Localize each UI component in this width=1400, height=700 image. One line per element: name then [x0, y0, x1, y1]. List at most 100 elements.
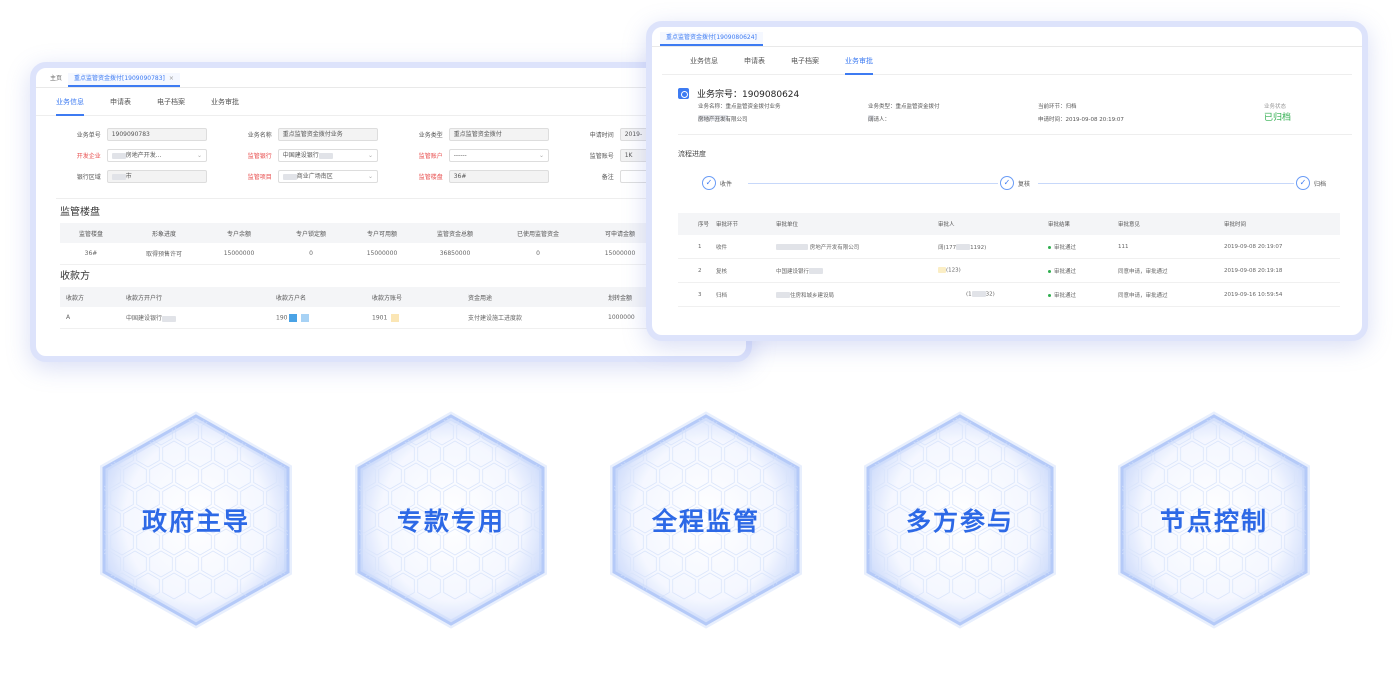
tab-fund-disbursement[interactable]: 重点监管资金拨付[1909090783] ×	[68, 73, 180, 87]
cell: 支付建设施工进度款	[468, 315, 523, 322]
check-circle-icon: ✓	[1000, 176, 1014, 190]
tab-approval[interactable]: 业务审批	[845, 47, 873, 75]
account-select[interactable]: ------ ⌄	[448, 149, 549, 162]
field-label: 业务单号	[76, 132, 101, 139]
tab-e-archive[interactable]: 电子档案	[791, 47, 819, 75]
tab-application-form[interactable]: 申请表	[744, 47, 765, 75]
feature-node-control: 节点控制	[1114, 410, 1314, 630]
business-name: 业务名称：重点监管资金拨付业务	[698, 104, 781, 110]
payee-account: 1901	[372, 314, 388, 321]
flow-line	[748, 183, 998, 184]
blurred-text	[111, 173, 126, 180]
tab-business-info[interactable]: 业务信息	[690, 47, 718, 75]
tab-application-form[interactable]: 申请表	[110, 88, 131, 116]
chevron-down-icon: ⌄	[367, 152, 373, 159]
cell: 住房和城乡建设局	[776, 291, 938, 299]
cell: 36#	[84, 250, 98, 257]
flow-step-label: 归档	[1314, 180, 1327, 188]
check-circle-icon: ✓	[702, 176, 716, 190]
blurred-text	[956, 244, 971, 250]
flow-step: ✓ 收件	[702, 176, 732, 190]
blurred-text	[938, 267, 946, 274]
result-value: 审批通过	[1054, 244, 1077, 251]
cell: 审批通过	[1048, 243, 1118, 251]
blurred-text	[162, 315, 177, 322]
flow-step: ✓ 复核	[1000, 176, 1030, 190]
sub-tabs: 业务信息 申请表 电子档案 业务审批	[662, 47, 1352, 75]
field-label: 备注	[601, 174, 614, 181]
col-header: 审批环节	[716, 222, 739, 228]
bank-select[interactable]: 中国建设银行 ⌄	[277, 149, 378, 162]
field-label: 申请时间	[589, 132, 614, 139]
approval-window-front: 重点监管资金拨付[1909080624] 业务信息 申请表 电子档案 业务审批 …	[646, 21, 1368, 341]
check-circle-icon: ✓	[1296, 176, 1310, 190]
col-header: 收款方户名	[276, 294, 307, 302]
cell: 190	[276, 313, 372, 322]
approver: 阔(177	[938, 244, 957, 251]
tab-e-archive[interactable]: 电子档案	[157, 88, 185, 116]
mosaic-mask	[391, 313, 400, 322]
payee-name: 190	[276, 314, 288, 321]
section-title-payee: 收款方	[60, 271, 90, 282]
col-header: 监管资金总额	[436, 230, 473, 238]
field-label: 监管项目	[247, 174, 272, 181]
tab-label: 重点监管资金拨付[1909090783]	[74, 75, 165, 82]
blurred-text	[318, 152, 333, 159]
cell: 同意申请，审批通过	[1118, 292, 1168, 299]
status-dot	[1048, 293, 1051, 297]
tab-approval[interactable]: 业务审批	[211, 88, 239, 116]
table-row[interactable]: 2 复核 中国建设银行 (123) 审批通过 同意申请，审批通过 2019-09…	[678, 259, 1340, 283]
col-header: 监管楼盘	[78, 230, 103, 238]
field-label: 监管账号	[589, 153, 614, 160]
developer-select[interactable]: 房地产开发... ⌄	[106, 149, 207, 162]
cell: 房地产开发有限公司	[776, 243, 938, 251]
project-select[interactable]: 商业广场南区 ⌄	[277, 170, 378, 183]
flow-progress: ✓ 收件 ✓ 复核 ✓ 归档	[652, 169, 1362, 213]
cell: 3	[698, 291, 702, 298]
col-header: 专户锁定额	[295, 230, 326, 238]
cell: 取得预售许可	[145, 251, 182, 258]
cell: 0	[536, 250, 540, 257]
field-label: 开发企业	[76, 153, 101, 160]
col-header: 收款方开户行	[126, 294, 163, 302]
business-type-field: 重点监管资金拨付	[448, 128, 549, 141]
developer-value: 房地产开发...	[125, 152, 162, 159]
business-no-field: 1909090783	[106, 128, 207, 141]
business-form: 业务单号 1909090783 业务名称 重点监管资金拨付业务 业务类型 重点监管资金…	[36, 116, 746, 187]
tab-fund-disbursement[interactable]: 重点监管资金拨付[1909080624]	[660, 32, 763, 46]
mosaic-mask	[289, 313, 298, 322]
tab-business-info[interactable]: 业务信息	[56, 88, 84, 116]
tab-home[interactable]: 主页	[44, 73, 68, 87]
cell: 1	[698, 243, 702, 250]
flow-progress-title: 流程进度	[678, 150, 706, 158]
col-header: 审批单位	[776, 222, 799, 228]
feature-label: 多方参与	[905, 507, 1014, 536]
col-header: 收款方账号	[372, 294, 403, 302]
feature-gov-led: 政府主导	[96, 410, 296, 630]
cell: (1 32)	[938, 291, 1048, 298]
field-label: 业务名称	[247, 132, 272, 139]
cell: 审批通过	[1048, 267, 1118, 275]
col-header: 专户可用额	[366, 230, 397, 238]
region-field: 市	[106, 170, 207, 183]
table-row[interactable]: 3 归档 住房和城乡建设局 (1 32) 审批通过 同意申请，审批通过 2019-…	[678, 283, 1340, 307]
table-header: 序号 审批环节 审批单位 审批人 审批结果 审批意见 审批时间	[678, 213, 1340, 235]
flow-line	[1038, 183, 1294, 184]
business-window-back: 主页 重点监管资金拨付[1909090783] × 业务信息 申请表 电子档案 业…	[30, 62, 752, 362]
col-header: 专户余额	[226, 230, 251, 238]
cell: (123)	[938, 267, 1048, 274]
close-icon[interactable]: ×	[169, 75, 174, 82]
field-label: 监管账户	[418, 153, 443, 160]
region-value: 市	[125, 173, 132, 180]
approval-table: 序号 审批环节 审批单位 审批人 审批结果 审批意见 审批时间 1 收件 房地产…	[678, 213, 1340, 307]
sub-tabs: 业务信息 申请表 电子档案 业务审批	[36, 88, 746, 116]
table-row[interactable]: 1 收件 房地产开发有限公司 阔(177 1192) 审批通过 111 2019-…	[678, 235, 1340, 259]
col-header: 审批时间	[1224, 222, 1247, 228]
col-header: 审批结果	[1048, 222, 1071, 228]
feature-label: 节点控制	[1159, 507, 1268, 536]
cell: 中国建设银行	[126, 313, 276, 322]
cell: 2019-09-08 20:19:07	[1224, 243, 1283, 250]
flow-step-label: 复核	[1018, 180, 1031, 188]
unit-value: 中国建设银行	[776, 268, 810, 275]
status-dot	[1048, 269, 1051, 273]
